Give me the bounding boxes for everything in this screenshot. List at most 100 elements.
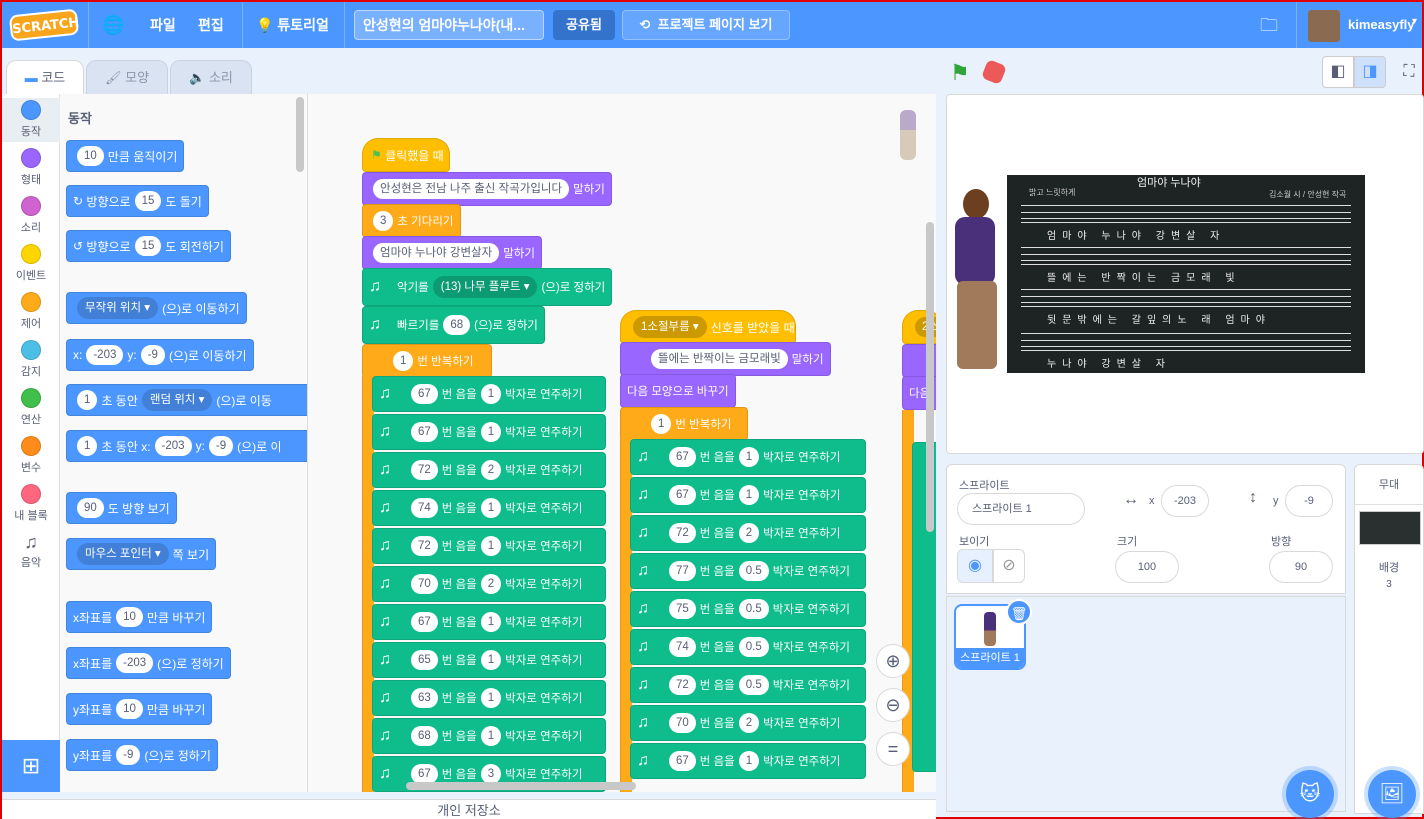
category-my-blocks[interactable]: 내 블록 — [2, 484, 60, 523]
note-input[interactable]: 68 — [411, 726, 438, 746]
play-note-block[interactable]: ♫ 74 번 음을 1 박자로 연주하기 — [372, 490, 606, 526]
zoom-in-button[interactable]: ⊕ — [876, 644, 910, 678]
hide-sprite-button[interactable]: ⊘ — [993, 549, 1025, 583]
set-instrument-block[interactable]: ♫ 악기를 (13) 나무 플루트 ▾ (으)로 정하기 — [362, 268, 613, 306]
turn-left-block[interactable]: ↺ 방향으로 15 도 회전하기 — [66, 230, 231, 262]
say-text-input[interactable]: 뜰에는 반짝이는 금모래빛 — [651, 349, 788, 369]
play-note-block[interactable]: ♫ 63 번 음을 1 박자로 연주하기 — [372, 680, 606, 716]
set-tempo-block[interactable]: ♫ 빠르기를 68 (으)로 정하기 — [362, 306, 545, 344]
set-y-block[interactable]: y좌표를 -9 (으)로 정하기 — [66, 739, 218, 771]
seconds-input[interactable]: 1 — [77, 390, 98, 410]
beats-input[interactable]: 3 — [480, 764, 502, 784]
play-note-block[interactable]: ♫ 67 번 음을 1 박자로 연주하기 — [372, 604, 606, 640]
beats-input[interactable]: 1 — [480, 422, 502, 442]
x-input[interactable]: -203 — [1161, 485, 1209, 517]
note-input[interactable]: 67 — [411, 764, 438, 784]
beats-input[interactable]: 2 — [738, 523, 760, 543]
share-button[interactable]: 공유됨 — [553, 10, 615, 40]
note-input[interactable]: 74 — [669, 637, 696, 657]
say-block[interactable]: 엄마야 누나야 강변살자 말하기 — [362, 236, 542, 270]
green-flag-button[interactable]: ⚑ — [950, 60, 970, 86]
goto-xy-block[interactable]: x: -203 y: -9 (으)로 이동하기 — [66, 339, 254, 371]
note-input[interactable]: 67 — [669, 485, 696, 505]
beats-input[interactable]: 1 — [738, 447, 760, 467]
goto-block[interactable]: 무작위 위치 ▾ (으)로 이동하기 — [66, 292, 247, 324]
play-note-block[interactable]: ♫ 65 번 음을 1 박자로 연주하기 — [372, 642, 606, 678]
edit-menu[interactable]: 편집 — [190, 2, 232, 48]
when-broadcast-received-hat[interactable]: 1소절부름 ▾ 신호를 받았을 때 — [620, 310, 796, 344]
instrument-dropdown[interactable]: (13) 나무 플루트 ▾ — [432, 276, 538, 298]
note-input[interactable]: 67 — [411, 422, 438, 442]
note-input[interactable]: 63 — [411, 688, 438, 708]
sprite-character[interactable] — [949, 189, 1009, 379]
scratch-logo[interactable]: SCRATCH — [8, 8, 80, 42]
small-stage-button[interactable]: ◧ — [1322, 56, 1354, 88]
username[interactable]: kimeasyfly — [1340, 2, 1423, 48]
script-horizontal-scrollbar[interactable] — [406, 782, 636, 790]
set-x-block[interactable]: x좌표를 -203 (으)로 정하기 — [66, 647, 231, 679]
beats-input[interactable]: 2 — [738, 713, 760, 733]
say-text-input[interactable]: 엄마야 누나야 강변살자 — [373, 243, 500, 263]
say-block[interactable]: 안성현은 전남 나주 출신 작곡가입니다 말하기 — [362, 172, 612, 206]
tempo-input[interactable]: 68 — [443, 315, 471, 335]
steps-input[interactable]: 10 — [77, 146, 104, 166]
play-note-block[interactable]: ♫ 72 번 음을 1 박자로 연주하기 — [372, 528, 606, 564]
x-change-input[interactable]: 10 — [116, 607, 143, 627]
stage-canvas[interactable]: 엄마야 누나야 밝고 느릿하게 김소월 시 / 안성현 작곡 엄마야 누나야 강… — [946, 94, 1424, 454]
change-x-block[interactable]: x좌표를 10 만큼 바꾸기 — [66, 601, 213, 633]
glide-target-dropdown[interactable]: 랜덤 위치 ▾ — [141, 389, 213, 411]
zoom-out-button[interactable]: ⊖ — [876, 688, 910, 722]
direction-input[interactable]: 90 — [77, 498, 104, 518]
note-input[interactable]: 67 — [669, 751, 696, 771]
category-sound[interactable]: 소리 — [2, 196, 60, 235]
beats-input[interactable]: 1 — [480, 726, 502, 746]
palette-scrollbar[interactable] — [296, 97, 304, 172]
avatar[interactable] — [1308, 10, 1340, 42]
file-menu[interactable]: 파일 — [142, 2, 184, 48]
beats-input[interactable]: 0.5 — [738, 675, 769, 695]
play-note-block[interactable]: ♫ 77 번 음을 0.5 박자로 연주하기 — [630, 553, 866, 589]
play-note-block[interactable]: ♫ 72 번 음을 0.5 박자로 연주하기 — [630, 667, 866, 703]
play-note-block[interactable]: ♫ 67 번 음을 1 박자로 연주하기 — [630, 477, 866, 513]
note-input[interactable]: 77 — [669, 561, 696, 581]
note-input[interactable]: 67 — [411, 612, 438, 632]
note-input[interactable]: 67 — [669, 447, 696, 467]
tab-sounds[interactable]: 🔈 소리 — [170, 60, 252, 94]
say-block[interactable]: 뜰에는 반짝이는 금모래빛 말하기 — [620, 342, 831, 376]
backpack-header[interactable]: 개인 저장소 — [2, 799, 936, 819]
beats-input[interactable]: 0.5 — [738, 637, 769, 657]
delete-sprite-button[interactable]: 🗑 — [1006, 599, 1032, 625]
category-music[interactable]: ♫ 음악 — [2, 532, 60, 570]
degrees-input[interactable]: 15 — [134, 191, 162, 211]
change-y-block[interactable]: y좌표를 10 만큼 바꾸기 — [66, 693, 213, 725]
beats-input[interactable]: 1 — [480, 498, 502, 518]
note-input[interactable]: 74 — [411, 498, 438, 518]
size-input[interactable]: 100 — [1115, 551, 1179, 583]
play-note-block[interactable]: ♫ 74 번 음을 0.5 박자로 연주하기 — [630, 629, 866, 665]
y-input[interactable]: -9 — [116, 745, 141, 765]
note-input[interactable]: 72 — [669, 675, 696, 695]
script-area[interactable]: ⚑ 클릭했을 때 안성현은 전남 나주 출신 작곡가입니다 말하기 3초 기다리기… — [308, 94, 936, 792]
language-menu[interactable]: 🌐 ▾ — [94, 2, 140, 83]
y-change-input[interactable]: 10 — [116, 699, 143, 719]
script-vertical-scrollbar[interactable] — [926, 222, 934, 532]
glide-xy-block[interactable]: 1초 동안 x: -203 y: -9 (으)로 이 — [66, 430, 307, 462]
note-input[interactable]: 72 — [411, 536, 438, 556]
category-operators[interactable]: 연산 — [2, 388, 60, 427]
my-stuff-folder-icon[interactable]: 🗀 — [1260, 13, 1278, 43]
beats-input[interactable]: 1 — [480, 688, 502, 708]
goto-target-dropdown[interactable]: 무작위 위치 ▾ — [77, 297, 159, 319]
point-towards-block[interactable]: 마우스 포인터 ▾ 쪽 보기 — [66, 538, 217, 570]
degrees-input[interactable]: 15 — [134, 236, 162, 256]
beats-input[interactable]: 0.5 — [738, 599, 769, 619]
choose-backdrop-button[interactable]: 🖼 — [1368, 770, 1416, 818]
show-sprite-button[interactable]: ◉ — [957, 549, 993, 583]
category-control[interactable]: 제어 — [2, 292, 60, 331]
play-note-block[interactable]: ♫ 75 번 음을 0.5 박자로 연주하기 — [630, 591, 866, 627]
tutorials-menu[interactable]: 💡 튜토리얼 — [248, 2, 337, 48]
category-events[interactable]: 이벤트 — [2, 244, 60, 283]
repeat-input[interactable]: 1 — [393, 351, 414, 371]
note-input[interactable]: 72 — [669, 523, 696, 543]
tab-costumes[interactable]: 🖌 모양 — [86, 60, 168, 94]
seconds-input[interactable]: 1 — [77, 436, 98, 456]
